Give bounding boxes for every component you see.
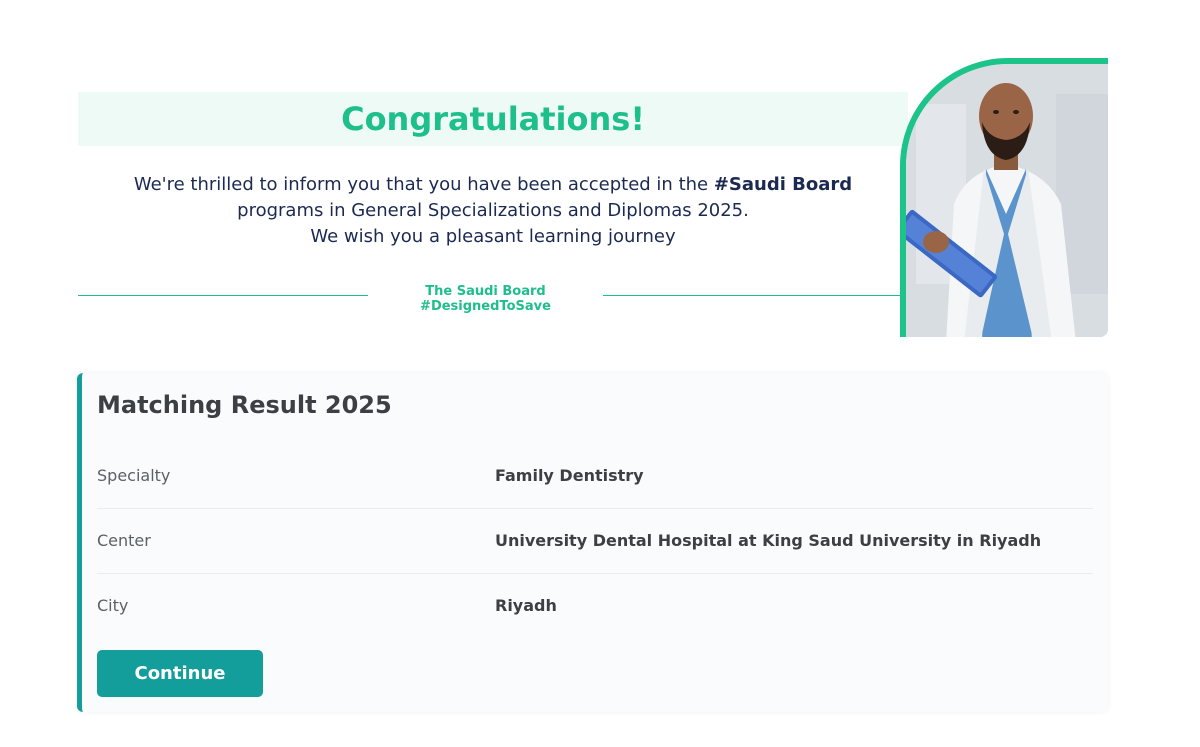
- specialty-value: Family Dentistry: [495, 466, 644, 485]
- message-line-3: We wish you a pleasant learning journey: [310, 226, 676, 247]
- specialty-row: Specialty Family Dentistry: [97, 443, 1093, 509]
- matching-result-card: Matching Result 2025 Specialty Family De…: [77, 373, 1108, 712]
- message-line-1-text: We're thrilled to inform you that you ha…: [133, 174, 714, 195]
- congratulations-banner: Congratulations! We're thrilled to infor…: [78, 58, 1108, 338]
- message-line-1: We're thrilled to inform you that you ha…: [78, 172, 908, 198]
- city-row: City Riyadh: [97, 573, 1093, 638]
- center-row: Center University Dental Hospital at Kin…: [97, 508, 1093, 574]
- congratulations-title: Congratulations!: [341, 100, 645, 138]
- acceptance-message: We're thrilled to inform you that you ha…: [78, 172, 908, 250]
- saudi-board-hashtag: #Saudi Board: [713, 174, 853, 195]
- tagline: The Saudi Board #DesignedToSave: [420, 284, 551, 314]
- city-value: Riyadh: [495, 596, 557, 615]
- continue-button[interactable]: Continue: [97, 650, 263, 697]
- doctor-illustration: [906, 64, 1108, 337]
- matching-result-title: Matching Result 2025: [97, 391, 392, 419]
- doctor-photo: [900, 58, 1108, 337]
- tagline-divider-right: [603, 295, 903, 296]
- center-value: University Dental Hospital at King Saud …: [495, 531, 1042, 550]
- message-line-2: programs in General Specializations and …: [237, 200, 749, 221]
- center-label: Center: [97, 531, 151, 550]
- city-label: City: [97, 596, 129, 615]
- tagline-divider-left: [78, 295, 368, 296]
- specialty-label: Specialty: [97, 466, 171, 485]
